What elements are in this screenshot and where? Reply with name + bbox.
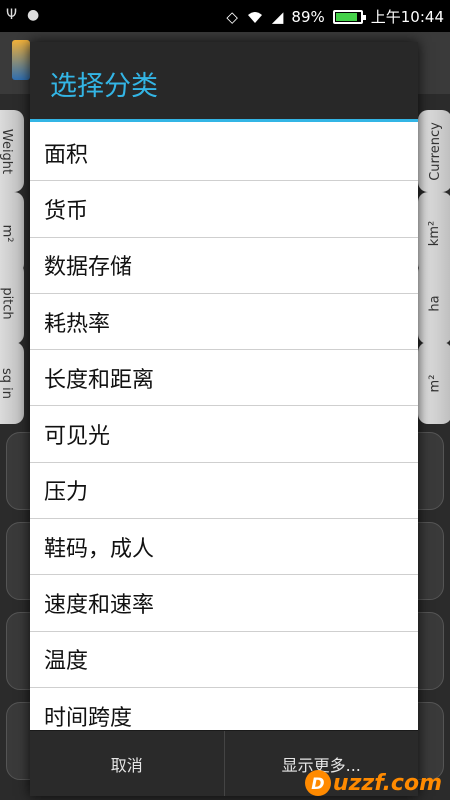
right-tab-currency: Currency bbox=[418, 110, 450, 192]
category-item-shoe-size[interactable]: 鞋码，成人 bbox=[30, 519, 418, 576]
dialog-header: 选择分类 bbox=[30, 42, 418, 122]
category-item-visible-light[interactable]: 可见光 bbox=[30, 406, 418, 463]
clock: 上午10:44 bbox=[370, 8, 444, 26]
category-item-time-span[interactable]: 时间跨度 bbox=[30, 688, 418, 730]
signal-icon: ◢ bbox=[271, 7, 284, 26]
rotate-icon: ◇ bbox=[226, 7, 238, 26]
category-list[interactable]: 面积 货币 数据存储 耗热率 长度和距离 可见光 压力 鞋码，成人 速度和速率 … bbox=[30, 125, 418, 730]
dialog-title: 选择分类 bbox=[50, 71, 158, 102]
watermark: D uzzf.com bbox=[304, 770, 442, 796]
usb-icon: Ψ bbox=[6, 7, 18, 23]
battery-percent: 89% bbox=[291, 7, 325, 26]
category-item-data-storage[interactable]: 数据存储 bbox=[30, 238, 418, 294]
category-item-area[interactable]: 面积 bbox=[30, 125, 418, 182]
wifi-icon bbox=[247, 11, 262, 23]
category-item-length[interactable]: 长度和距离 bbox=[30, 350, 418, 407]
category-item-heat-rate[interactable]: 耗热率 bbox=[30, 294, 418, 351]
battery-icon bbox=[332, 9, 366, 24]
left-tab-unit-3: sq in bbox=[0, 342, 24, 424]
watermark-text: uzzf.com bbox=[332, 770, 442, 796]
category-item-pressure[interactable]: 压力 bbox=[30, 463, 418, 520]
watermark-logo-icon: D bbox=[304, 770, 331, 796]
select-category-dialog: 选择分类 面积 货币 数据存储 耗热率 长度和距离 可见光 压力 鞋码，成人 速… bbox=[30, 42, 418, 796]
android-icon: ● bbox=[27, 7, 40, 23]
category-item-temperature[interactable]: 温度 bbox=[30, 632, 418, 688]
cancel-button[interactable]: 取消 bbox=[30, 731, 224, 796]
left-tab-unit-2: pitch bbox=[0, 262, 24, 344]
right-tab-unit-3: m² bbox=[418, 342, 450, 424]
app-logo-icon bbox=[12, 40, 30, 80]
right-tab-unit-2: ha bbox=[418, 262, 450, 344]
category-item-currency[interactable]: 货币 bbox=[30, 181, 418, 238]
left-tab-weight: Weight bbox=[0, 110, 24, 192]
status-bar: Ψ ● ◇ ◢ 89% 上午10:44 bbox=[0, 0, 450, 32]
category-item-speed[interactable]: 速度和速率 bbox=[30, 575, 418, 632]
